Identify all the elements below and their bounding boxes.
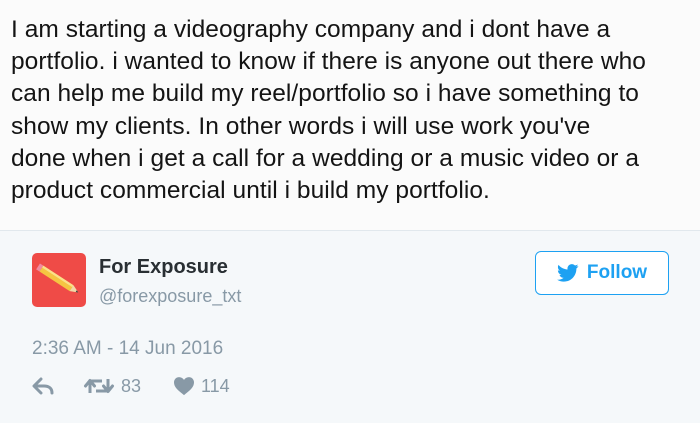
quoted-text-line: I am starting a videography company and … bbox=[11, 16, 611, 43]
quoted-text-line: product commercial until i build my port… bbox=[11, 177, 490, 205]
quoted-text-line: can help me build my reel/portfolio so i… bbox=[11, 80, 639, 108]
follow-button-label: Follow bbox=[586, 262, 648, 283]
pencil-icon bbox=[36, 263, 79, 293]
tweet-quote-card: I am starting a videography company and … bbox=[0, 0, 700, 231]
retweet-button[interactable]: 83 bbox=[83, 374, 141, 398]
quoted-text-line: done when i get a call for a wedding or … bbox=[11, 144, 640, 172]
follow-button[interactable]: Follow bbox=[535, 251, 669, 295]
tweet-timestamp[interactable]: 2:36 AM - 14 Jun 2016 bbox=[32, 338, 223, 360]
reply-button[interactable] bbox=[32, 374, 54, 398]
quoted-text-line: show my clients. In other words i will u… bbox=[11, 112, 591, 140]
retweet-icon bbox=[84, 379, 114, 393]
heart-icon bbox=[174, 377, 194, 396]
twitter-bird-icon bbox=[556, 264, 579, 282]
like-count: 114 bbox=[201, 375, 230, 396]
account-name[interactable]: For Exposure bbox=[99, 256, 228, 279]
retweet-count: 83 bbox=[121, 375, 142, 396]
account-handle[interactable]: @forexposure_txt bbox=[99, 286, 241, 307]
like-button[interactable]: 114 bbox=[173, 374, 230, 398]
avatar[interactable] bbox=[32, 253, 86, 307]
reply-icon bbox=[32, 377, 54, 395]
quoted-text: I am starting a videography company and … bbox=[11, 14, 695, 207]
quoted-text-line: portfolio. i wanted to know if there is … bbox=[11, 48, 646, 76]
